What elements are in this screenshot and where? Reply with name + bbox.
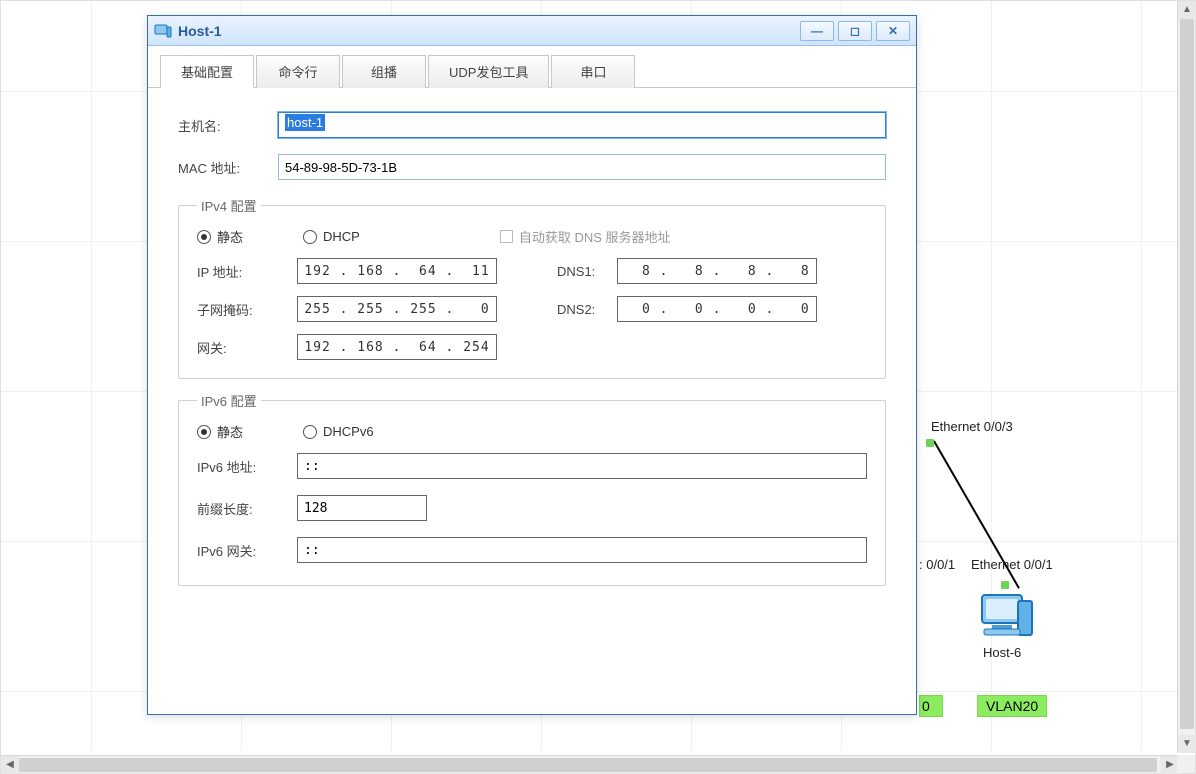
titlebar[interactable]: Host-1 — ◻ ✕	[148, 16, 916, 46]
ipv4-dhcp-radio[interactable]: DHCP	[303, 229, 360, 244]
app-icon	[154, 22, 172, 40]
host-config-dialog: Host-1 — ◻ ✕ 基础配置 命令行 组播 UDP发包工具 串口 主机名:…	[147, 15, 917, 715]
mac-label: MAC 地址:	[178, 158, 278, 177]
ipv6-gw-input[interactable]	[297, 537, 867, 563]
radio-dot-icon	[197, 425, 211, 439]
hostname-input[interactable]: host-1	[278, 112, 886, 138]
scroll-corner	[1177, 755, 1195, 773]
gw-label: 网关:	[197, 338, 297, 357]
form-body: 主机名: host-1 MAC 地址: IPv4 配置 静态	[148, 88, 916, 596]
host6-label: Host-6	[983, 645, 1021, 660]
ip-label: IP 地址:	[197, 262, 297, 281]
radio-empty-icon	[303, 425, 317, 439]
ipv6-addr-label: IPv6 地址:	[197, 457, 297, 476]
host6-icon[interactable]	[976, 591, 1036, 641]
tab-udp[interactable]: UDP发包工具	[428, 55, 549, 88]
port-dot-c	[1001, 581, 1009, 589]
gw-input[interactable]: 192 . 168 . 64 . 254	[297, 334, 497, 360]
maximize-button[interactable]: ◻	[838, 21, 872, 41]
ipv6-prefix-input[interactable]	[297, 495, 427, 521]
scroll-up-icon[interactable]: ▲	[1178, 1, 1196, 19]
port-dot-a	[926, 439, 934, 447]
tab-serial[interactable]: 串口	[551, 55, 635, 88]
vlan-tag-partial: 0	[919, 695, 943, 717]
dns1-input[interactable]: 8 . 8 . 8 . 8	[617, 258, 817, 284]
tab-multicast[interactable]: 组播	[342, 55, 426, 88]
vlan20-tag: VLAN20	[977, 695, 1047, 717]
vscroll-thumb[interactable]	[1180, 19, 1194, 729]
ipv6-prefix-label: 前缀长度:	[197, 499, 297, 518]
ipv4-static-radio[interactable]: 静态	[197, 227, 243, 246]
minimize-button[interactable]: —	[800, 21, 834, 41]
port-label-eth003: Ethernet 0/0/3	[931, 419, 1013, 434]
scroll-down-icon[interactable]: ▼	[1178, 735, 1196, 753]
dns1-label: DNS1:	[557, 264, 617, 279]
mask-input[interactable]: 255 . 255 . 255 . 0	[297, 296, 497, 322]
ipv4-legend: IPv4 配置	[197, 196, 261, 215]
radio-empty-icon	[303, 230, 317, 244]
port-label-short: : 0/0/1	[919, 557, 955, 572]
dns2-label: DNS2:	[557, 302, 617, 317]
radio-dot-icon	[197, 230, 211, 244]
ipv4-group: IPv4 配置 静态 DHCP 自动获取 DNS 服务器地址	[178, 196, 886, 379]
window-title: Host-1	[178, 23, 796, 39]
close-button[interactable]: ✕	[876, 21, 910, 41]
hostname-label: 主机名:	[178, 116, 278, 135]
ipv6-dhcpv6-radio[interactable]: DHCPv6	[303, 424, 374, 439]
tab-cli[interactable]: 命令行	[256, 55, 340, 88]
mask-label: 子网掩码:	[197, 300, 297, 319]
dns2-input[interactable]: 0 . 0 . 0 . 0	[617, 296, 817, 322]
vertical-scrollbar[interactable]: ▲ ▼	[1177, 1, 1195, 753]
ipv6-gw-label: IPv6 网关:	[197, 541, 297, 560]
tabstrip: 基础配置 命令行 组播 UDP发包工具 串口	[148, 46, 916, 88]
auto-dns-checkbox[interactable]: 自动获取 DNS 服务器地址	[500, 227, 671, 246]
ip-input[interactable]: 192 . 168 . 64 . 11	[297, 258, 497, 284]
ipv6-addr-input[interactable]	[297, 453, 867, 479]
ipv6-group: IPv6 配置 静态 DHCPv6 IPv6 地址: 前缀长	[178, 391, 886, 586]
app-root: Ethernet 0/0/3 : 0/0/1 Ethernet 0/0/1 Ho…	[0, 0, 1196, 774]
scroll-left-icon[interactable]: ◀	[1, 756, 19, 774]
ipv6-legend: IPv6 配置	[197, 391, 261, 410]
checkbox-box-icon	[500, 230, 513, 243]
tab-basic[interactable]: 基础配置	[160, 55, 254, 88]
mac-input[interactable]	[278, 154, 886, 180]
hscroll-thumb[interactable]	[19, 758, 1157, 772]
horizontal-scrollbar[interactable]: ◀ ▶	[1, 755, 1179, 773]
port-label-eth001: Ethernet 0/0/1	[971, 557, 1053, 572]
ipv6-static-radio[interactable]: 静态	[197, 422, 243, 441]
